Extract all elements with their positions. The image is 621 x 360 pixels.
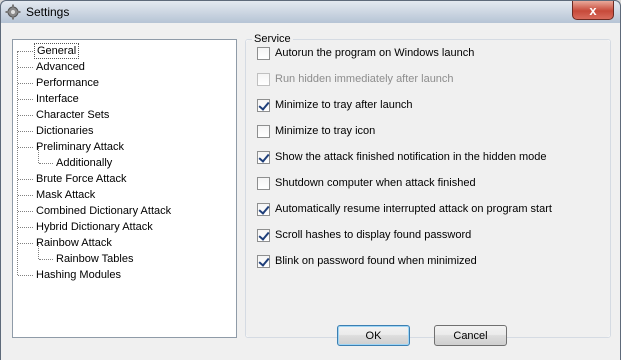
close-button[interactable]: x [572, 1, 614, 20]
checkbox-label: Show the attack finished notification in… [275, 151, 547, 163]
tree-connector [18, 243, 33, 244]
window-title: Settings [26, 5, 70, 19]
checkbox[interactable] [257, 228, 270, 242]
tree-connector [38, 243, 39, 259]
option-checkbox-row[interactable]: Blink on password found when minimized [257, 253, 477, 269]
tree-item-label: Mask Attack [36, 189, 96, 201]
checkbox-label: Shutdown computer when attack finished [275, 177, 476, 189]
tree-connector [18, 51, 33, 52]
checkbox[interactable] [257, 202, 270, 216]
tree-item-label: Character Sets [36, 109, 110, 121]
tree-item-label: General [34, 43, 80, 59]
ok-button[interactable]: OK [337, 325, 410, 346]
tree-item[interactable]: Combined Dictionary Attack [13, 203, 236, 219]
tree-item-label: Rainbow Tables [56, 253, 134, 265]
tree-connector [18, 195, 33, 196]
tree-connector [18, 131, 33, 132]
tree-item[interactable]: Hashing Modules [13, 267, 236, 283]
tree-item-label: Additionally [56, 157, 113, 169]
settings-window: Settings x General Advanced Performance Int… [0, 0, 621, 360]
checkbox[interactable] [257, 98, 270, 112]
tree-connector [18, 147, 33, 148]
tree-item[interactable]: Rainbow Attack [13, 235, 236, 251]
option-checkbox-row[interactable]: Minimize to tray after launch [257, 97, 413, 113]
tree-item[interactable]: Advanced [13, 59, 236, 75]
cancel-button[interactable]: Cancel [434, 325, 507, 346]
tree-item[interactable]: General [13, 43, 236, 59]
tree-item[interactable]: Brute Force Attack [13, 171, 236, 187]
checkbox-label: Automatically resume interrupted attack … [275, 203, 552, 215]
tree-item-label: Hashing Modules [36, 269, 121, 281]
settings-tree[interactable]: General Advanced Performance Interface Chara… [12, 39, 237, 338]
tree-connector [18, 179, 33, 180]
service-options: Autorun the program on Windows launch Run… [246, 40, 610, 337]
tree-connector [18, 67, 33, 68]
option-checkbox-row: Run hidden immediately after launch [257, 71, 454, 87]
tree-item-label: Rainbow Attack [36, 237, 112, 249]
tree-item-label: Preliminary Attack [36, 141, 125, 153]
title-bar[interactable]: Settings x [1, 1, 620, 23]
service-group: Autorun the program on Windows launch Run… [245, 39, 611, 338]
option-checkbox-row[interactable]: Autorun the program on Windows launch [257, 45, 474, 61]
checkbox[interactable] [257, 150, 270, 164]
tree-item[interactable]: Additionally [13, 147, 236, 171]
tree-item[interactable]: Preliminary Attack [13, 139, 236, 155]
tree-item-label: Combined Dictionary Attack [36, 205, 172, 217]
checkbox[interactable] [257, 124, 270, 138]
checkbox-label: Scroll hashes to display found password [275, 229, 472, 241]
checkbox-label: Minimize to tray icon [275, 125, 376, 137]
checkbox-label: Autorun the program on Windows launch [275, 47, 475, 59]
option-checkbox-row[interactable]: Shutdown computer when attack finished [257, 175, 476, 191]
tree-connector [18, 211, 33, 212]
checkbox-label: Minimize to tray after launch [275, 99, 413, 111]
tree-connector [18, 99, 33, 100]
checkbox-label: Run hidden immediately after launch [275, 73, 454, 85]
tree-connector [18, 83, 33, 84]
tree-item[interactable]: Character Sets [13, 107, 236, 123]
tree-connector [39, 163, 53, 164]
tree-connector [38, 147, 39, 163]
option-checkbox-row[interactable]: Automatically resume interrupted attack … [257, 201, 552, 217]
tree-item-label: Brute Force Attack [36, 173, 127, 185]
tree-item[interactable]: Mask Attack [13, 187, 236, 203]
tree-item[interactable]: Rainbow Tables [13, 243, 236, 267]
checkbox [257, 72, 270, 86]
checkbox-label: Blink on password found when minimized [275, 255, 477, 267]
tree-connector [39, 259, 53, 260]
gear-icon [5, 4, 21, 20]
checkbox[interactable] [257, 46, 270, 60]
tree-item-label: Performance [36, 77, 99, 89]
option-checkbox-row[interactable]: Minimize to tray icon [257, 123, 375, 139]
tree-connector [18, 227, 33, 228]
dialog-body: General Advanced Performance Interface Chara… [1, 23, 620, 360]
option-checkbox-row[interactable]: Scroll hashes to display found password [257, 227, 471, 243]
option-checkbox-row[interactable]: Show the attack finished notification in… [257, 149, 547, 165]
tree-item[interactable]: Performance [13, 75, 236, 91]
tree-item-label: Hybrid Dictionary Attack [36, 221, 153, 233]
tree-item-label: Interface [36, 93, 79, 105]
tree-connector [18, 115, 33, 116]
tree-connector [18, 275, 33, 276]
tree-item[interactable]: Interface [13, 91, 236, 107]
close-icon: x [589, 2, 597, 18]
checkbox[interactable] [257, 254, 270, 268]
tree-item[interactable]: Hybrid Dictionary Attack [13, 219, 236, 235]
tree-item[interactable]: Dictionaries [13, 123, 236, 139]
checkbox[interactable] [257, 176, 270, 190]
service-group-label: Service [252, 33, 293, 45]
tree-item-label: Advanced [36, 61, 85, 73]
tree-item-label: Dictionaries [36, 125, 94, 137]
